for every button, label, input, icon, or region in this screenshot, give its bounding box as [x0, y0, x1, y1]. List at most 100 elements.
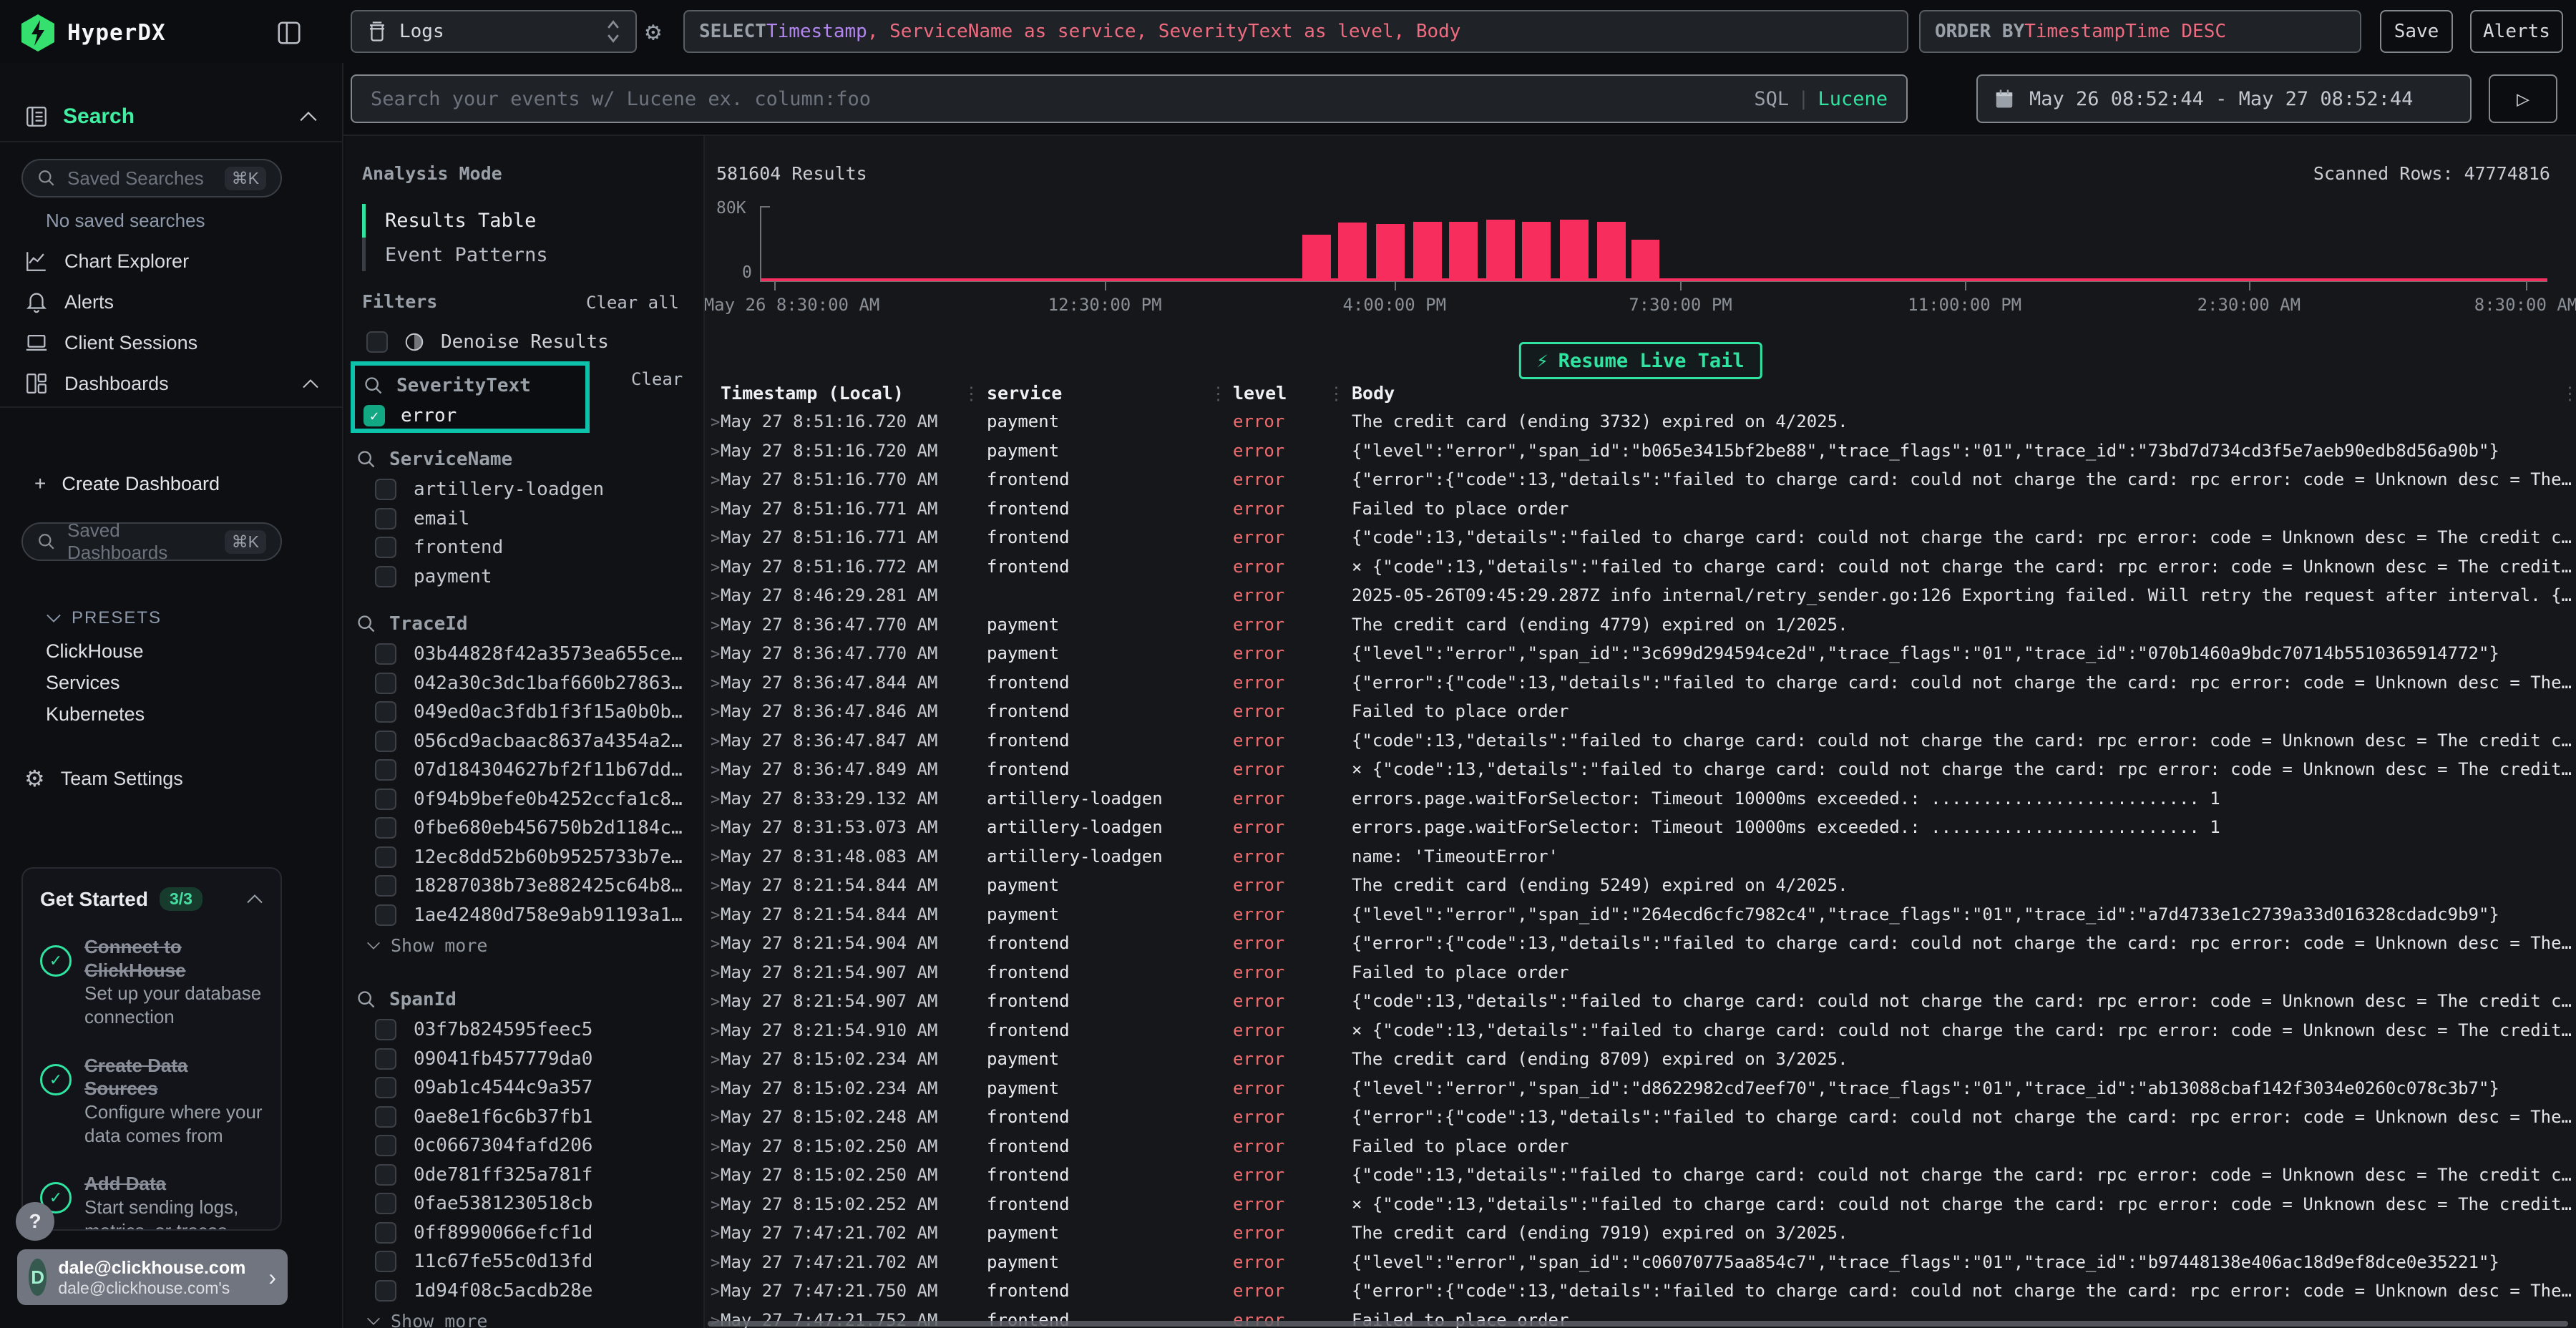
- row-expand-icon[interactable]: >: [711, 587, 720, 605]
- table-row[interactable]: >May 27 8:21:54.844 AMpaymenterrorThe cr…: [705, 875, 2576, 904]
- sidebar-item-search[interactable]: Search: [0, 92, 342, 142]
- row-expand-icon[interactable]: >: [711, 1022, 720, 1040]
- table-row[interactable]: >May 27 8:15:02.234 AMpaymenterror{"leve…: [705, 1078, 2576, 1108]
- row-expand-icon[interactable]: >: [711, 501, 720, 519]
- denoise-results-toggle[interactable]: Denoise Results: [366, 328, 609, 357]
- table-row[interactable]: >May 27 8:51:16.772 AMfrontenderror× {"c…: [705, 557, 2576, 586]
- table-row[interactable]: >May 27 8:15:02.234 AMpaymenterrorThe cr…: [705, 1049, 2576, 1078]
- trace-id-value[interactable]: 042a30c3dc1baf660b27863…: [356, 669, 693, 698]
- row-expand-icon[interactable]: >: [711, 993, 720, 1011]
- row-expand-icon[interactable]: >: [711, 1080, 720, 1098]
- span-id-show-more[interactable]: Show more: [356, 1305, 693, 1328]
- trace-id-filter-header[interactable]: TraceId: [356, 608, 693, 640]
- save-button[interactable]: Save: [2380, 10, 2453, 53]
- search-icon[interactable]: [356, 990, 376, 1010]
- checkbox-checked[interactable]: [364, 405, 385, 426]
- order-by-input[interactable]: ORDER BY TimestampTime DESC: [1919, 10, 2361, 53]
- run-query-button[interactable]: ▷: [2489, 74, 2557, 123]
- trace-id-value[interactable]: 03b44828f42a3573ea655ce…: [356, 640, 693, 669]
- span-id-value[interactable]: 09ab1c4544c9a357: [356, 1073, 693, 1103]
- chevron-up-icon[interactable]: [299, 111, 318, 122]
- sidebar-item-dashboards[interactable]: Dashboards: [24, 366, 319, 401]
- row-expand-icon[interactable]: >: [711, 675, 720, 693]
- table-row[interactable]: >May 27 8:15:02.250 AMfrontenderrorFaile…: [705, 1136, 2576, 1166]
- table-row[interactable]: >May 27 8:15:02.248 AMfrontenderror{"err…: [705, 1107, 2576, 1136]
- checkbox[interactable]: [375, 508, 396, 529]
- help-button[interactable]: ?: [16, 1202, 54, 1241]
- row-expand-icon[interactable]: >: [711, 617, 720, 635]
- chevron-up-icon[interactable]: [246, 894, 263, 904]
- filter-value-error[interactable]: error: [364, 401, 577, 431]
- table-row[interactable]: >May 27 7:47:21.750 AMfrontenderror{"err…: [705, 1281, 2576, 1310]
- sql-select-input[interactable]: SELECT Timestamp, ServiceName as service…: [683, 10, 1908, 53]
- row-expand-icon[interactable]: >: [711, 529, 720, 547]
- trace-id-value[interactable]: 07d184304627bf2f11b67dd…: [356, 756, 693, 785]
- row-expand-icon[interactable]: >: [711, 1196, 720, 1214]
- column-resize-handle[interactable]: ⋮: [1209, 383, 1227, 404]
- trace-id-value[interactable]: 0f94b9befe0b4252ccfa1c8…: [356, 785, 693, 814]
- resume-live-tail-button[interactable]: ⚡ Resume Live Tail: [1518, 342, 1762, 379]
- row-expand-icon[interactable]: >: [711, 791, 720, 809]
- clear-all-filters-button[interactable]: Clear all: [586, 293, 679, 313]
- preset-dashboard-kubernetes[interactable]: Kubernetes: [46, 703, 145, 726]
- table-row[interactable]: >May 27 8:36:47.847 AMfrontenderror{"cod…: [705, 731, 2576, 760]
- span-id-value[interactable]: 0ff8990066efcf1d: [356, 1219, 693, 1248]
- trace-id-value[interactable]: 12ec8dd52b60b9525733b7e…: [356, 843, 693, 872]
- search-icon[interactable]: [364, 376, 384, 396]
- table-row[interactable]: >May 27 8:51:16.720 AMpaymenterror{"leve…: [705, 441, 2576, 470]
- row-expand-icon[interactable]: >: [711, 761, 720, 779]
- row-expand-icon[interactable]: >: [711, 733, 720, 751]
- severity-clear-button[interactable]: Clear: [631, 369, 683, 389]
- service-name-filter-header[interactable]: ServiceName: [356, 444, 693, 475]
- chevron-up-icon[interactable]: [302, 379, 319, 389]
- row-expand-icon[interactable]: >: [711, 1225, 720, 1243]
- source-select[interactable]: Logs: [351, 10, 637, 53]
- trace-id-show-more[interactable]: Show more: [356, 929, 693, 961]
- row-expand-icon[interactable]: >: [711, 559, 720, 577]
- get-started-task[interactable]: ✓Connect to ClickHouseSet up your databa…: [40, 935, 263, 1030]
- table-row[interactable]: >May 27 8:51:16.771 AMfrontenderrorFaile…: [705, 499, 2576, 528]
- checkbox[interactable]: [375, 731, 396, 752]
- horizontal-scrollbar[interactable]: [708, 1321, 2568, 1327]
- trace-id-value[interactable]: 0fbe680eb456750b2d1184c…: [356, 814, 693, 843]
- get-started-task[interactable]: ✓Add DataStart sending logs, metrics, or…: [40, 1172, 263, 1231]
- service-name-value[interactable]: email: [356, 504, 693, 534]
- trace-id-value[interactable]: 049ed0ac3fdb1f3f15a0b0b…: [356, 698, 693, 727]
- span-id-value[interactable]: 11c67fe55c0d13fd: [356, 1247, 693, 1276]
- results-histogram[interactable]: [760, 206, 2547, 282]
- checkbox[interactable]: [375, 1135, 396, 1156]
- sidebar-item-team-settings[interactable]: ⚙ Team Settings: [24, 761, 319, 796]
- span-id-value[interactable]: 0ae8e1f6c6b37fb1: [356, 1103, 693, 1132]
- checkbox[interactable]: [375, 759, 396, 781]
- span-id-value[interactable]: 0c0667304fafd206: [356, 1131, 693, 1161]
- table-row[interactable]: >May 27 8:36:47.844 AMfrontenderror{"err…: [705, 673, 2576, 702]
- row-expand-icon[interactable]: >: [711, 1254, 720, 1272]
- checkbox[interactable]: [375, 1077, 396, 1098]
- saved-dashboards-input[interactable]: Saved Dashboards ⌘K: [21, 522, 282, 561]
- service-name-value[interactable]: payment: [356, 562, 693, 592]
- checkbox[interactable]: [375, 479, 396, 500]
- event-search-input[interactable]: Search your events w/ Lucene ex. column:…: [351, 74, 1908, 123]
- span-id-value[interactable]: 0de781ff325a781f: [356, 1161, 693, 1190]
- col-header-body[interactable]: Body: [1352, 383, 2573, 404]
- table-row[interactable]: >May 27 8:33:29.132 AMartillery-loadgene…: [705, 788, 2576, 818]
- sidebar-item-alerts[interactable]: Alerts: [24, 285, 319, 319]
- preset-dashboard-clickhouse[interactable]: ClickHouse: [46, 640, 144, 663]
- mode-results-table[interactable]: Results Table: [385, 210, 536, 232]
- checkbox[interactable]: [375, 566, 396, 587]
- table-row[interactable]: >May 27 8:36:47.770 AMpaymenterror{"leve…: [705, 643, 2576, 673]
- col-header-level[interactable]: level: [1233, 383, 1287, 404]
- table-row[interactable]: >May 27 8:31:53.073 AMartillery-loadgene…: [705, 817, 2576, 846]
- row-expand-icon[interactable]: >: [711, 443, 720, 461]
- logo[interactable]: HyperDX: [21, 14, 166, 52]
- table-row[interactable]: >May 27 8:36:47.770 AMpaymenterrorThe cr…: [705, 615, 2576, 644]
- row-expand-icon[interactable]: >: [711, 1283, 720, 1301]
- severity-filter-header[interactable]: SeverityText: [364, 370, 577, 401]
- service-name-value[interactable]: frontend: [356, 533, 693, 562]
- checkbox[interactable]: [375, 846, 396, 868]
- span-id-value[interactable]: 09041fb457779da0: [356, 1045, 693, 1074]
- table-row[interactable]: >May 27 8:31:48.083 AMartillery-loadgene…: [705, 846, 2576, 876]
- checkbox[interactable]: [375, 1251, 396, 1272]
- table-row[interactable]: >May 27 8:46:29.281 AMerror2025-05-26T09…: [705, 585, 2576, 615]
- table-row[interactable]: >May 27 8:21:54.904 AMfrontenderror{"err…: [705, 933, 2576, 962]
